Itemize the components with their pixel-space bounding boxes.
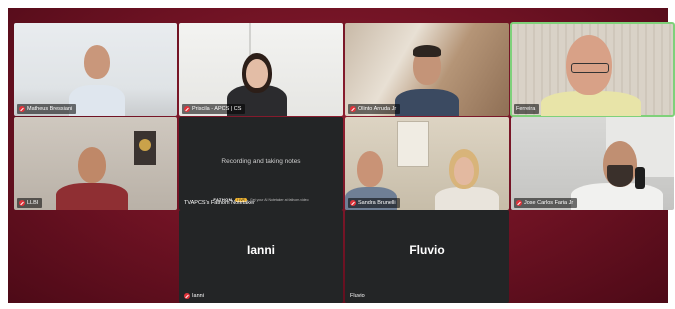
wall-frame — [139, 139, 151, 151]
participant-name-label: Jose Carlos Faria Jr — [514, 198, 578, 208]
participant-video — [78, 147, 106, 183]
participant-tile[interactable]: Priscila - APCS | CS — [179, 23, 343, 116]
participant-name-label: Matheus Bressiani — [17, 104, 77, 114]
wall-poster — [397, 121, 429, 167]
participant-name-label: Priscila - APCS | CS — [182, 104, 246, 114]
participant-video — [56, 183, 128, 210]
participant-video — [395, 89, 459, 116]
participant-tile[interactable]: LLBI — [14, 117, 177, 210]
participant-video — [571, 183, 663, 210]
participant-tile[interactable]: Jose Carlos Faria Jr — [511, 117, 674, 210]
recording-status: Recording and taking notes — [221, 158, 301, 165]
participant-tile[interactable]: Matheus Bressiani — [14, 23, 177, 116]
participant-name-label: Ianni — [182, 291, 208, 301]
participant-video — [69, 85, 125, 116]
notetaker-tile[interactable]: Recording and taking notes FATHOM LIVE G… — [179, 117, 343, 210]
participant-tile[interactable]: Olinto Arruda Jr — [345, 23, 509, 116]
mic-muted-icon — [19, 106, 25, 112]
participant-name-label: Ferreira — [514, 104, 540, 114]
mic-muted-icon — [184, 293, 190, 299]
participant-video — [454, 157, 474, 185]
participant-tile[interactable]: Sandra Brunelli — [345, 117, 509, 210]
participant-placeholder-name: Ianni — [246, 243, 275, 257]
participant-video — [413, 45, 441, 57]
participant-tile-active-speaker[interactable]: Ferreira — [510, 22, 675, 117]
mic-muted-icon — [350, 200, 356, 206]
participant-video — [607, 165, 633, 187]
mic-muted-icon — [516, 200, 522, 206]
participant-video — [246, 59, 268, 88]
participant-name-label: Fluvio — [350, 293, 365, 299]
participant-video — [357, 151, 383, 187]
participant-name-label: Olinto Arruda Jr — [348, 104, 401, 114]
participant-tile-camera-off[interactable]: Fluvio Fluvio — [345, 210, 509, 303]
mic-muted-icon — [184, 106, 190, 112]
participant-placeholder-name: Fluvio — [409, 243, 445, 257]
participant-tile-camera-off[interactable]: Ianni Ianni — [179, 210, 343, 303]
participant-video — [435, 187, 499, 210]
participant-name-label: Sandra Brunelli — [348, 198, 400, 208]
participant-name-label: LLBI — [17, 198, 43, 208]
participant-video — [84, 45, 110, 79]
participant-name-label: TVAPCS's Fathom Notetaker — [184, 200, 255, 206]
mic-muted-icon — [350, 106, 356, 112]
mic-muted-icon — [19, 200, 25, 206]
phone — [635, 167, 645, 189]
glasses — [571, 63, 609, 73]
